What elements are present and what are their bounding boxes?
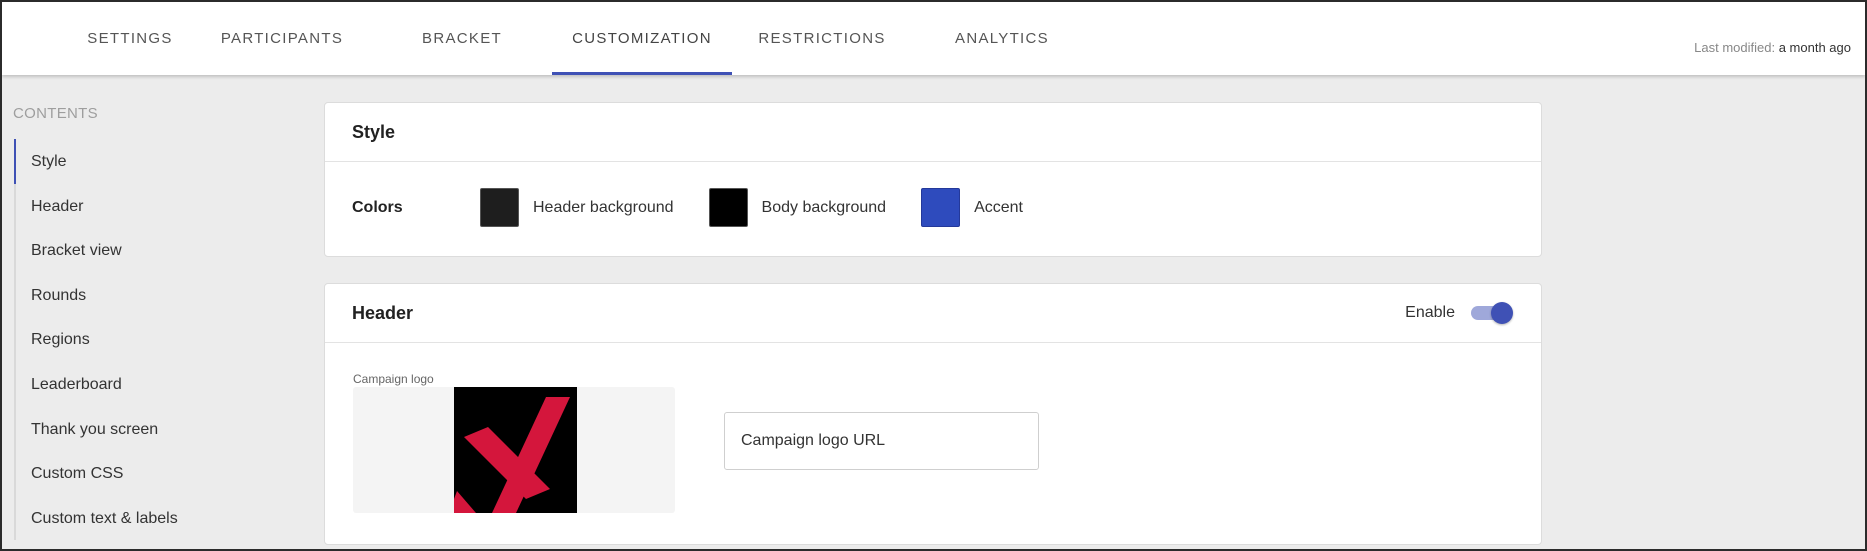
- header-card-title: Header: [325, 284, 1541, 343]
- colors-label: Colors: [352, 198, 403, 216]
- contents-title: CONTENTS: [13, 105, 98, 122]
- tab-participants[interactable]: PARTICIPANTS: [202, 2, 362, 75]
- header-background-swatch[interactable]: [480, 188, 519, 227]
- toc-item-custom-css[interactable]: Custom CSS: [14, 451, 264, 496]
- toc-item-leaderboard[interactable]: Leaderboard: [14, 361, 264, 407]
- toc-item-bracket-view[interactable]: Bracket view: [14, 228, 264, 273]
- header-background-label: Header background: [533, 198, 674, 216]
- tab-restrictions[interactable]: RESTRICTIONS: [742, 2, 902, 75]
- top-tab-bar: SETTINGS PARTICIPANTS BRACKET CUSTOMIZAT…: [2, 2, 1865, 75]
- x-logo-icon: [454, 387, 577, 513]
- body-background-swatch[interactable]: [708, 188, 748, 227]
- style-card: Style Colors Header background Body back…: [324, 102, 1542, 257]
- active-tab-indicator: [552, 72, 732, 75]
- enable-control: Enable: [1405, 302, 1513, 324]
- tab-analytics[interactable]: ANALYTICS: [932, 2, 1072, 75]
- last-modified-label: Last modified:: [1694, 40, 1776, 55]
- toc-item-custom-text-labels[interactable]: Custom text & labels: [14, 495, 264, 541]
- enable-toggle[interactable]: [1471, 302, 1513, 324]
- colors-row: Colors Header background Body background…: [352, 188, 1058, 227]
- last-modified-text: Last modified: a month ago: [1694, 40, 1851, 55]
- tab-customization[interactable]: CUSTOMIZATION: [552, 2, 732, 75]
- toggle-thumb: [1491, 302, 1513, 324]
- contents-nav: Style Header Bracket view Rounds Regions…: [14, 139, 264, 541]
- enable-label: Enable: [1405, 304, 1455, 321]
- campaign-logo-upload[interactable]: [353, 387, 675, 513]
- toc-item-header[interactable]: Header: [14, 183, 264, 229]
- toc-item-regions[interactable]: Regions: [14, 317, 264, 362]
- header-card: Header Enable Campaign logo Campaign log…: [324, 283, 1542, 545]
- campaign-logo-url-field[interactable]: Campaign logo URL: [724, 412, 1039, 470]
- toc-item-rounds[interactable]: Rounds: [14, 272, 264, 318]
- app-frame: SETTINGS PARTICIPANTS BRACKET CUSTOMIZAT…: [0, 0, 1867, 551]
- tab-settings[interactable]: SETTINGS: [60, 2, 200, 75]
- last-modified-value: a month ago: [1778, 40, 1851, 55]
- campaign-logo-label: Campaign logo: [353, 372, 434, 386]
- accent-label: Accent: [974, 198, 1023, 216]
- body-background-label: Body background: [761, 198, 887, 216]
- campaign-logo-image: [454, 387, 577, 513]
- accent-swatch[interactable]: [921, 188, 961, 227]
- tab-bracket[interactable]: BRACKET: [402, 2, 522, 75]
- style-card-title: Style: [325, 103, 1541, 162]
- toc-item-style[interactable]: Style: [14, 139, 264, 184]
- toc-item-thank-you-screen[interactable]: Thank you screen: [14, 406, 264, 452]
